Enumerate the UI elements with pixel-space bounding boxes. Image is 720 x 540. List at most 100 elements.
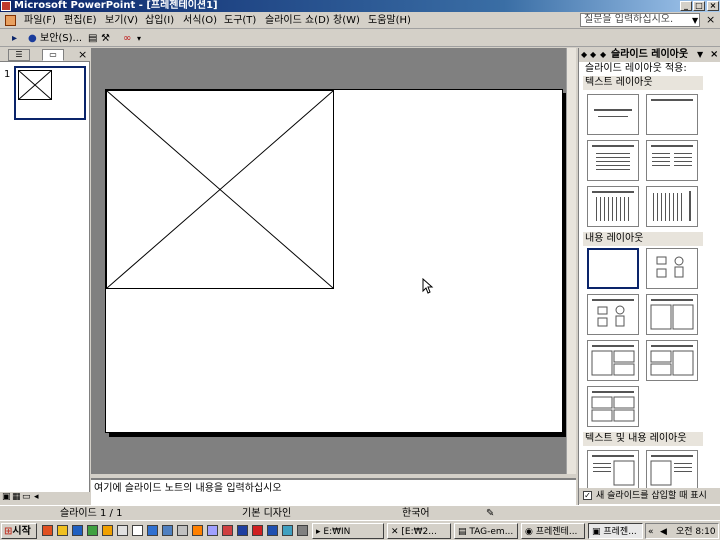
layout-four-content[interactable] (587, 386, 639, 427)
content-placeholder-x-icon (106, 90, 334, 289)
clock[interactable]: 오전 8:10 (676, 524, 716, 540)
show-on-insert-checkbox[interactable]: ✓ (583, 491, 592, 500)
panel-close-button[interactable]: × (78, 48, 87, 61)
layout-vertical-text[interactable] (587, 186, 639, 227)
menu-window[interactable]: 창(W) (333, 14, 360, 27)
quicklaunch-icon[interactable] (162, 525, 173, 536)
security-button[interactable]: 보안(S)... (40, 32, 82, 45)
layout-content-2-1[interactable] (587, 340, 639, 381)
home-icon[interactable]: ◆ (600, 48, 606, 61)
taskbar-item[interactable]: ◉ 프레젠테... (521, 523, 585, 539)
quicklaunch-icon[interactable] (147, 525, 158, 536)
slide-canvas[interactable] (105, 89, 563, 433)
maximize-button[interactable]: □ (693, 1, 705, 11)
quicklaunch-icon[interactable] (192, 525, 203, 536)
quicklaunch-icon[interactable] (132, 525, 143, 536)
spellcheck-icon: ✎ (486, 508, 495, 519)
layout-content-icon (656, 256, 684, 278)
layout-title-only[interactable] (646, 94, 698, 135)
task-pane-subtitle: 슬라이드 레이아웃 적용: (585, 63, 687, 74)
scroll-left-icon[interactable]: ◂ (34, 492, 39, 502)
menu-view[interactable]: 보기(V) (105, 14, 138, 27)
quicklaunch-icon[interactable] (87, 525, 98, 536)
taskbar-item[interactable]: ✕ [E:₩2... (387, 523, 451, 539)
help-search-input[interactable]: 질문을 입력하십시오. (580, 13, 700, 27)
close-button[interactable]: × (707, 1, 719, 11)
menu-help[interactable]: 도움말(H) (368, 14, 411, 27)
volume-icon[interactable]: ◀ (660, 524, 667, 540)
menu-tools[interactable]: 도구(T) (224, 14, 256, 27)
link-icon[interactable]: ∞ (123, 32, 131, 45)
tray-expand-icon[interactable]: « (648, 524, 654, 540)
quicklaunch-icon[interactable] (117, 525, 128, 536)
taskbar-item[interactable]: ▸ E:₩IN (312, 523, 384, 539)
layout-title-slide[interactable] (587, 94, 639, 135)
view-buttons: ▣ ▦ ▭ ◂ (0, 492, 91, 505)
slide-sorter-icon[interactable]: ▦ (12, 492, 21, 502)
slideshow-view-icon[interactable]: ▭ (22, 492, 31, 502)
chevron-down-icon[interactable]: ▾ (137, 32, 141, 45)
tab-slides[interactable]: ▭ (42, 49, 64, 61)
vertical-scrollbar[interactable] (566, 48, 576, 474)
taskbar-item-active[interactable]: ▣ 프레젠... (588, 523, 643, 539)
task-pane-close-button[interactable]: × (710, 48, 718, 61)
presentation-icon: ◉ (525, 527, 536, 537)
layout-text-content[interactable] (587, 450, 639, 488)
task-pane-header: ◆ ◆ ◆ 슬라이드 레이아웃 ▼ × (579, 48, 720, 62)
nav-back-icon[interactable]: ◆ (581, 48, 587, 61)
minimize-button[interactable]: _ (680, 1, 692, 11)
quicklaunch-icon[interactable] (57, 525, 68, 536)
quicklaunch-icon[interactable] (297, 525, 308, 536)
menu-slideshow[interactable]: 슬라이드 쇼(D) (265, 14, 330, 27)
quicklaunch-icon[interactable] (72, 525, 83, 536)
layout-content-2-1-icon (591, 345, 635, 376)
quicklaunch-icon[interactable] (102, 525, 113, 536)
tools-icon[interactable]: ⚒ (101, 32, 110, 45)
quicklaunch-icon[interactable] (267, 525, 278, 536)
document-close-button[interactable]: × (706, 14, 715, 26)
chevron-down-icon[interactable]: ▼ (692, 16, 698, 25)
arrow-right-icon[interactable]: ▸ (12, 32, 17, 45)
nav-forward-icon[interactable]: ◆ (590, 48, 596, 61)
layout-title-two-content[interactable] (646, 294, 698, 335)
document-icon[interactable] (5, 15, 16, 26)
layout-content[interactable] (646, 248, 698, 289)
layout-four-content-icon (591, 391, 635, 422)
layout-content-text[interactable] (646, 450, 698, 488)
notes-pane[interactable]: 여기에 슬라이드 노트의 내용을 입력하십시오 (91, 478, 576, 505)
menu-file[interactable]: 파일(F) (24, 14, 56, 27)
quicklaunch-icon[interactable] (237, 525, 248, 536)
layout-title-text[interactable] (587, 140, 639, 181)
folder-icon[interactable]: ▤ (88, 32, 97, 45)
toolbar: ▸ ● 보안(S)... ▤ ⚒ ∞ ▾ (0, 30, 720, 47)
quicklaunch-icon[interactable] (42, 525, 53, 536)
slide-thumbnail[interactable] (14, 66, 86, 120)
security-icon: ● (28, 33, 37, 44)
start-label: 시작 (12, 526, 31, 537)
layout-list[interactable]: 텍스트 레이아웃 내용 레이아웃 텍스트 및 내용 레이아웃 (579, 76, 720, 488)
quicklaunch-icon[interactable] (207, 525, 218, 536)
quicklaunch-icon[interactable] (177, 525, 188, 536)
layout-text-content-icon (592, 455, 635, 486)
quicklaunch-icon[interactable] (222, 525, 233, 536)
layout-content-1-2-icon (650, 345, 694, 376)
menu-edit[interactable]: 편집(E) (64, 14, 97, 27)
start-button[interactable]: ⊞시작 (1, 523, 37, 539)
layout-vertical-title-text[interactable] (646, 186, 698, 227)
layout-title-two-columns[interactable] (646, 140, 698, 181)
chevron-down-icon[interactable]: ▼ (697, 48, 703, 61)
show-on-insert-label[interactable]: 새 슬라이드를 삽입할 때 표시 (596, 489, 707, 503)
menu-format[interactable]: 서식(O) (183, 14, 217, 27)
menu-insert[interactable]: 삽입(I) (145, 14, 174, 27)
content-placeholder[interactable] (106, 90, 334, 289)
layout-content-text-icon (650, 455, 693, 486)
normal-view-icon[interactable]: ▣ (2, 492, 11, 502)
quicklaunch-icon[interactable] (252, 525, 263, 536)
quicklaunch-icon[interactable] (282, 525, 293, 536)
task-pane-title[interactable]: 슬라이드 레이아웃 (611, 48, 688, 61)
layout-title-content[interactable] (587, 294, 639, 335)
layout-blank[interactable] (587, 248, 639, 289)
layout-content-1-2[interactable] (646, 340, 698, 381)
taskbar-item[interactable]: ▤ TAG-em... (454, 523, 518, 539)
tab-outline[interactable]: ☰ (8, 49, 30, 61)
